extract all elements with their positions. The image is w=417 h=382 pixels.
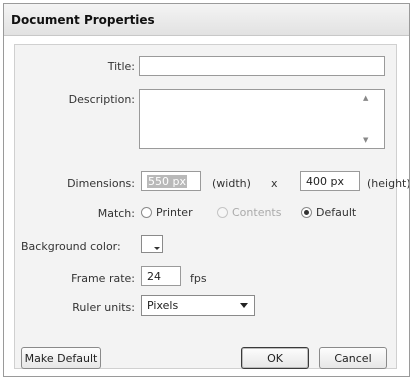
frame-rate-label: Frame rate: (71, 272, 135, 285)
radio-printer-label: Printer (156, 206, 193, 219)
description-textarea[interactable] (139, 89, 385, 149)
ruler-units-value: Pixels (147, 299, 179, 312)
background-color-swatch[interactable] (141, 235, 163, 253)
dialog-titlebar: Document Properties (4, 4, 409, 36)
radio-contents-label: Contents (232, 206, 282, 219)
cancel-button[interactable]: Cancel (319, 347, 387, 369)
title-input[interactable] (139, 56, 385, 76)
ruler-units-label: Ruler units: (72, 301, 135, 314)
width-unit-label: (width) (212, 177, 251, 190)
background-color-label: Background color: (21, 240, 121, 253)
dimensions-label: Dimensions: (67, 177, 135, 190)
match-contents-radio: Contents (217, 206, 281, 219)
radio-default-button[interactable] (301, 207, 312, 218)
width-value: 550 px (147, 175, 187, 188)
width-input[interactable]: 550 px (141, 171, 201, 191)
chevron-down-icon (240, 303, 248, 308)
make-default-button[interactable]: Make Default (21, 347, 101, 369)
dialog-title: Document Properties (11, 13, 155, 27)
radio-printer-button[interactable] (141, 207, 152, 218)
swatch-dropdown-icon (154, 247, 160, 250)
ok-button[interactable]: OK (241, 347, 309, 369)
frame-rate-input[interactable]: 24 (141, 266, 181, 286)
match-label: Match: (97, 207, 135, 220)
height-input[interactable]: 400 px (300, 171, 360, 191)
scroll-down-icon[interactable]: ▼ (363, 136, 392, 144)
title-label: Title: (107, 60, 135, 73)
height-unit-label: (height) (367, 177, 410, 190)
radio-default-label: Default (316, 206, 357, 219)
scroll-up-icon[interactable]: ▲ (363, 94, 392, 102)
radio-contents-button (217, 207, 228, 218)
document-properties-dialog: Document Properties Title: Description: … (3, 3, 410, 377)
dimension-separator: x (271, 177, 278, 190)
match-printer-radio[interactable]: Printer (141, 206, 193, 219)
match-default-radio[interactable]: Default (301, 206, 356, 219)
dialog-content: Title: Description: ▲ ▼ Dimensions: 550 … (14, 44, 409, 369)
description-label: Description: (68, 93, 135, 106)
frame-rate-unit: fps (190, 272, 207, 285)
ruler-units-select[interactable]: Pixels (141, 295, 255, 316)
